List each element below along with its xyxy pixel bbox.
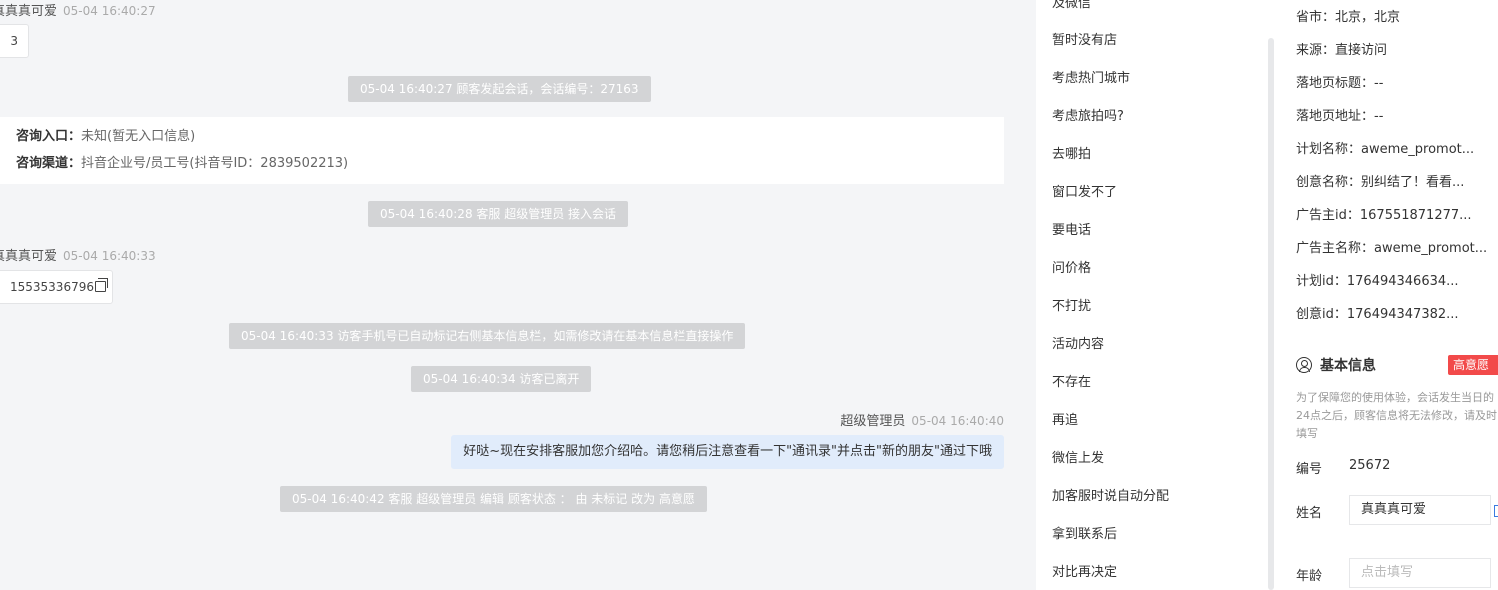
info-row-source: 来源：直接访问 [1296, 39, 1387, 58]
consult-channel-row: 咨询渠道：抖音企业号/员工号(抖音号ID：2839502213) [16, 154, 988, 181]
quick-reply-item[interactable]: 考虑旅拍吗? [1052, 105, 1124, 124]
quick-reply-item[interactable]: 活动内容 [1052, 333, 1104, 352]
quick-reply-item[interactable]: 加客服时说自动分配 [1052, 485, 1169, 504]
system-message: 05-04 16:40:28 客服 超级管理员 接入会话 [368, 201, 629, 227]
quick-reply-item[interactable]: 再追 [1052, 409, 1078, 428]
age-label: 年龄 [1296, 569, 1323, 584]
info-value: 176494346634... [1346, 274, 1459, 289]
info-row-plan-id: 计划id：176494346634... [1296, 270, 1459, 289]
quick-reply-item[interactable]: 问价格 [1052, 257, 1091, 276]
quick-reply-item[interactable]: 及微信 [1052, 0, 1091, 11]
system-message: 05-04 16:40:33 访客手机号已自动标记右侧基本信息栏，如需修改请在基… [229, 323, 746, 349]
info-label: 广告主id： [1296, 208, 1360, 223]
consult-channel-value: 抖音企业号/员工号(抖音号ID：2839502213) [81, 156, 349, 171]
phone-number-text: 15535336796 [10, 280, 94, 294]
info-row-creative-name: 创意名称：别纠结了！看看... [1296, 171, 1464, 190]
quick-reply-item[interactable]: 暂时没有店 [1052, 29, 1117, 48]
system-message: 05-04 16:40:27 顾客发起会话，会话编号：27163 [348, 76, 651, 102]
info-label: 广告主名称： [1296, 241, 1375, 256]
info-value: 176494347382... [1346, 307, 1459, 322]
info-label: 来源： [1296, 43, 1336, 58]
quick-reply-item[interactable]: 对比再决定 [1052, 561, 1117, 580]
info-value: 别纠结了！看看... [1361, 175, 1465, 190]
quick-reply-item[interactable]: 拿到联系后 [1052, 523, 1117, 542]
info-value: 直接访问 [1335, 43, 1388, 58]
info-label: 计划名称： [1296, 142, 1362, 157]
id-label: 编号 [1296, 462, 1323, 477]
consult-entry-label: 咨询入口： [16, 129, 82, 144]
info-label: 计划id： [1296, 274, 1347, 289]
copy-icon[interactable] [94, 278, 108, 292]
quick-reply-item[interactable]: 考虑热门城市 [1052, 67, 1130, 86]
edit-icon[interactable] [1494, 505, 1498, 517]
message-time: 05-04 16:40:27 [63, 4, 156, 18]
info-row-advertiser-name: 广告主名称：aweme_promot... [1296, 237, 1487, 256]
message-time: 05-04 16:40:40 [911, 414, 1004, 428]
name-label: 姓名 [1296, 506, 1323, 521]
message-time: 05-04 16:40:33 [63, 249, 156, 263]
info-label: 落地页地址： [1296, 109, 1375, 124]
agent-message[interactable]: 好哒~现在安排客服加您介绍哈。请您稍后注意查看一下"通讯录"并点击"新的朋友"通… [451, 435, 1004, 469]
info-value: -- [1374, 109, 1384, 124]
edit-notice: 为了保障您的使用体验，会话发生当日的24点之后，顾客信息将无法修改，请及时填写 [1296, 391, 1497, 440]
message-meta: 超级管理员 05-04 16:40:40 [840, 410, 1004, 429]
quick-reply-item[interactable]: 窗口发不了 [1052, 181, 1117, 200]
info-value: aweme_promot... [1361, 142, 1475, 157]
consult-info-card: 咨询入口：未知(暂无入口信息) 咨询渠道：抖音企业号/员工号(抖音号ID：283… [0, 117, 1004, 184]
id-value: 25672 [1349, 458, 1391, 473]
user-icon [1296, 357, 1312, 373]
basic-info-heading: 基本信息 [1296, 355, 1376, 375]
consult-channel-label: 咨询渠道： [16, 156, 82, 171]
info-label: 创意名称： [1296, 175, 1362, 190]
basic-info-title: 基本信息 [1320, 358, 1376, 374]
quick-reply-item[interactable]: 去哪拍 [1052, 143, 1091, 162]
info-row-landing-title: 落地页标题：-- [1296, 72, 1383, 91]
system-message: 05-04 16:40:42 客服 超级管理员 编辑 顾客状态 ： 由 未标记 … [280, 486, 707, 512]
info-row-plan-name: 计划名称：aweme_promot... [1296, 138, 1474, 157]
chat-area: 真真真可爱 05-04 16:40:27 3 05-04 16:40:27 顾客发… [0, 0, 1036, 590]
quick-reply-item[interactable]: 不打扰 [1052, 295, 1091, 314]
customer-message[interactable]: 3 [0, 24, 29, 58]
info-value: -- [1374, 76, 1384, 91]
quick-reply-item[interactable]: 不存在 [1052, 371, 1091, 390]
age-field[interactable]: 点击填写 [1349, 558, 1491, 588]
customer-message[interactable]: 15535336796 [0, 270, 113, 304]
sender-name: 真真真可爱 [0, 4, 58, 19]
info-label: 省市： [1296, 10, 1336, 25]
quick-reply-list: 及微信 暂时没有店 考虑热门城市 考虑旅拍吗? 去哪拍 窗口发不了 要电话 问价… [1036, 0, 1276, 590]
info-row-landing-url: 落地页地址：-- [1296, 105, 1383, 124]
message-meta: 真真真可爱 05-04 16:40:27 [0, 0, 156, 19]
info-label: 创意id： [1296, 307, 1347, 322]
quick-reply-item[interactable]: 要电话 [1052, 219, 1091, 238]
info-label: 落地页标题： [1296, 76, 1375, 91]
quick-reply-item[interactable]: 微信上发 [1052, 447, 1104, 466]
message-meta: 真真真可爱 05-04 16:40:33 [0, 245, 156, 264]
info-row-province: 省市：北京，北京 [1296, 6, 1400, 25]
info-value: aweme_promot... [1374, 241, 1488, 256]
info-row-creative-id: 创意id：176494347382... [1296, 303, 1459, 322]
system-message: 05-04 16:40:34 访客已离开 [411, 366, 592, 392]
info-value: 北京，北京 [1335, 10, 1401, 25]
name-field[interactable]: 真真真可爱 [1349, 495, 1491, 525]
customer-info-panel: 省市：北京，北京 来源：直接访问 落地页标题：-- 落地页地址：-- 计划名称：… [1276, 0, 1498, 590]
consult-entry-value: 未知(暂无入口信息) [81, 129, 196, 144]
sender-name: 真真真可爱 [0, 249, 58, 264]
consult-entry-row: 咨询入口：未知(暂无入口信息) [16, 127, 988, 154]
intent-status-badge[interactable]: 高意愿 [1448, 355, 1498, 375]
sender-name: 超级管理员 [840, 414, 906, 429]
info-row-advertiser-id: 广告主id：167551871277... [1296, 204, 1472, 223]
info-value: 167551871277... [1359, 208, 1472, 223]
quick-reply-scrollbar[interactable] [1268, 38, 1274, 590]
